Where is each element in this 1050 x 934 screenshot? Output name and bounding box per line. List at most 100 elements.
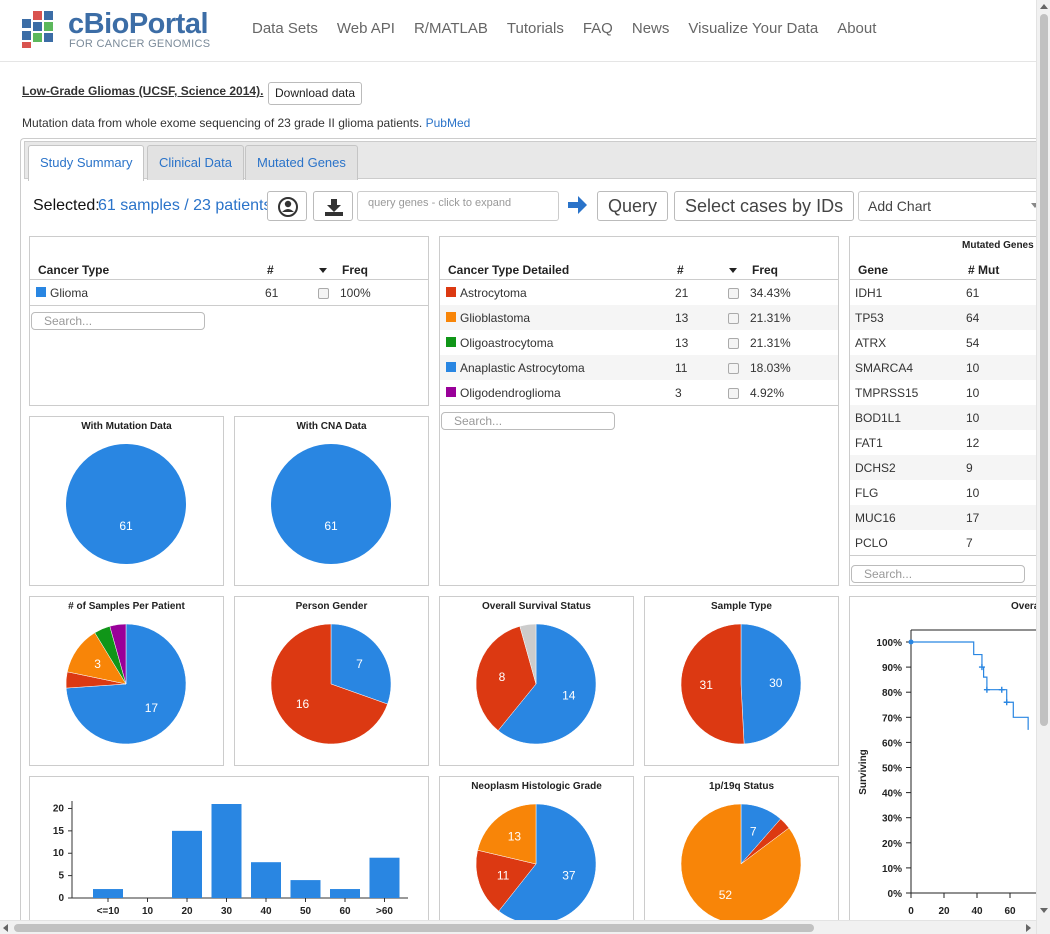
col-header-cancer-type-detailed[interactable]: Cancer Type Detailed (448, 263, 569, 277)
tab-clinical-data[interactable]: Clinical Data (147, 145, 244, 180)
row-checkbox[interactable] (728, 388, 739, 399)
scrollbar-thumb[interactable] (14, 924, 814, 932)
nav-web-api[interactable]: Web API (337, 20, 395, 37)
pie-chart[interactable]: 7 16 (235, 597, 429, 766)
nav-r-matlab[interactable]: R/MATLAB (414, 20, 488, 37)
add-chart-dropdown[interactable]: Add Chart (858, 191, 1039, 221)
table-row[interactable]: TP53 64 (850, 305, 1049, 330)
nav-faq[interactable]: FAQ (583, 20, 613, 37)
scroll-down-icon[interactable] (1040, 908, 1048, 913)
tab-mutated-genes[interactable]: Mutated Genes (245, 145, 358, 180)
histogram-bar[interactable] (211, 804, 242, 898)
table-row[interactable]: SMARCA4 10 (850, 355, 1049, 380)
col-header-freq[interactable]: Freq (342, 263, 368, 277)
pie-chart[interactable]: 17 3 (30, 597, 224, 766)
histogram-bar[interactable] (172, 830, 202, 898)
pie-slice[interactable] (271, 444, 391, 564)
table-row[interactable]: Oligoastrocytoma 13 21.31% (440, 330, 838, 355)
pie-slice[interactable] (66, 444, 186, 564)
histogram-bar[interactable] (251, 862, 281, 898)
search-input[interactable]: Search... (31, 312, 205, 330)
row-checkbox[interactable] (728, 313, 739, 324)
table-row[interactable]: FAT1 12 (850, 430, 1049, 455)
scrollbar-thumb[interactable] (1040, 14, 1048, 726)
bar-chart[interactable]: 0 5 10 15 20 <=10 10 20 30 40 50 60 >60 (30, 777, 429, 934)
cancer-type-name: Glioma (50, 286, 89, 300)
nav-data-sets[interactable]: Data Sets (252, 20, 318, 37)
row-checkbox[interactable] (728, 363, 739, 374)
table-row[interactable]: TMPRSS15 10 (850, 380, 1049, 405)
col-header-mut[interactable]: # Mut (968, 263, 999, 277)
pie-chart[interactable]: 61 (30, 417, 224, 586)
selected-count-link[interactable]: 61 samples / 23 patients (98, 197, 271, 215)
table-row[interactable]: BOD1L1 10 (850, 405, 1049, 430)
slice-label: 30 (769, 676, 783, 690)
table-row[interactable]: Oligodendroglioma 3 4.92% (440, 380, 838, 405)
histogram-bar[interactable] (93, 889, 123, 898)
gene-name: TP53 (855, 311, 884, 325)
download-data-button[interactable]: Download data (268, 82, 363, 105)
survival-plot[interactable]: 0% 10% 20% 30% 40% 50% 60% 70% 80% 90% 100% 0 20 40 60… (850, 597, 1049, 934)
censor-marker[interactable] (983, 686, 990, 693)
vertical-scrollbar[interactable] (1036, 0, 1050, 934)
table-row[interactable]: IDH1 61 (850, 280, 1049, 305)
table-row[interactable]: Glioma 61 100% (30, 280, 428, 305)
detail-name: Glioblastoma (460, 311, 531, 325)
pie-chart[interactable]: 14 8 (440, 597, 634, 766)
histogram-bar[interactable] (330, 889, 360, 898)
table-row[interactable]: Anaplastic Astrocytoma 11 18.03% (440, 355, 838, 380)
x-tick-label: 10 (142, 906, 154, 917)
table-row[interactable]: Glioblastoma 13 21.31% (440, 305, 838, 330)
select-cases-by-ids-button[interactable]: Select cases by IDs (674, 191, 855, 221)
search-input[interactable]: Search... (851, 565, 1025, 583)
nav-news[interactable]: News (632, 20, 670, 37)
table-row[interactable]: FLG 10 (850, 480, 1049, 505)
table-row[interactable]: Astrocytoma 21 34.43% (440, 280, 838, 305)
scroll-right-icon[interactable] (1026, 924, 1031, 932)
table-row[interactable]: ATRX 54 (850, 330, 1049, 355)
query-genes-input[interactable]: query genes - click to expand (357, 191, 559, 221)
main-nav: Data Sets Web API R/MATLAB Tutorials FAQ… (252, 20, 895, 37)
nav-about[interactable]: About (837, 20, 876, 37)
tab-study-summary[interactable]: Study Summary (28, 145, 145, 181)
table-row[interactable]: MUC16 17 (850, 505, 1049, 530)
col-header-count[interactable]: # (677, 263, 684, 277)
detail-freq: 21.31% (750, 311, 791, 325)
histogram-bar[interactable] (369, 857, 400, 898)
pubmed-link[interactable]: PubMed (426, 116, 471, 130)
horizontal-scrollbar[interactable] (0, 920, 1036, 934)
pie-chart[interactable]: 7 52 (645, 777, 839, 934)
table-row[interactable]: DCHS2 9 (850, 455, 1049, 480)
y-tick-label: 10 (53, 848, 65, 859)
censor-marker[interactable] (998, 686, 1005, 693)
pie-chart[interactable]: 37 11 13 (440, 777, 634, 934)
query-button[interactable]: Query (597, 191, 669, 221)
row-checkbox[interactable] (728, 288, 739, 299)
row-checkbox[interactable] (728, 338, 739, 349)
x-tick-label: <=10 (97, 906, 120, 917)
survival-curve[interactable] (911, 641, 1029, 730)
nav-tutorials[interactable]: Tutorials (507, 20, 564, 37)
histogram-bar[interactable] (290, 880, 321, 898)
nav-visualize[interactable]: Visualize Your Data (688, 20, 818, 37)
col-header-gene[interactable]: Gene (858, 263, 888, 277)
cbioportal-logo[interactable]: cBioPortal FOR CANCER GENOMICS (20, 8, 210, 50)
sort-caret-icon[interactable] (729, 268, 737, 273)
scroll-left-icon[interactable] (3, 924, 8, 932)
col-header-count[interactable]: # (267, 263, 274, 277)
search-input[interactable]: Search... (441, 412, 615, 430)
download-cases-button[interactable] (313, 191, 353, 221)
scroll-up-icon[interactable] (1040, 4, 1048, 9)
sort-caret-icon[interactable] (319, 268, 327, 273)
table-row[interactable]: PCLO 7 (850, 530, 1049, 555)
pie-chart[interactable]: 61 (235, 417, 429, 586)
pie-chart[interactable]: 30 31 (645, 597, 839, 766)
color-swatch (36, 287, 46, 297)
row-checkbox[interactable] (318, 288, 329, 299)
col-header-freq[interactable]: Freq (752, 263, 778, 277)
censor-marker[interactable] (908, 639, 914, 645)
study-title[interactable]: Low-Grade Gliomas (UCSF, Science 2014). (22, 84, 263, 98)
col-header-cancer-type[interactable]: Cancer Type (38, 263, 109, 277)
censor-marker[interactable] (1003, 699, 1010, 706)
user-cases-button[interactable] (267, 191, 307, 221)
